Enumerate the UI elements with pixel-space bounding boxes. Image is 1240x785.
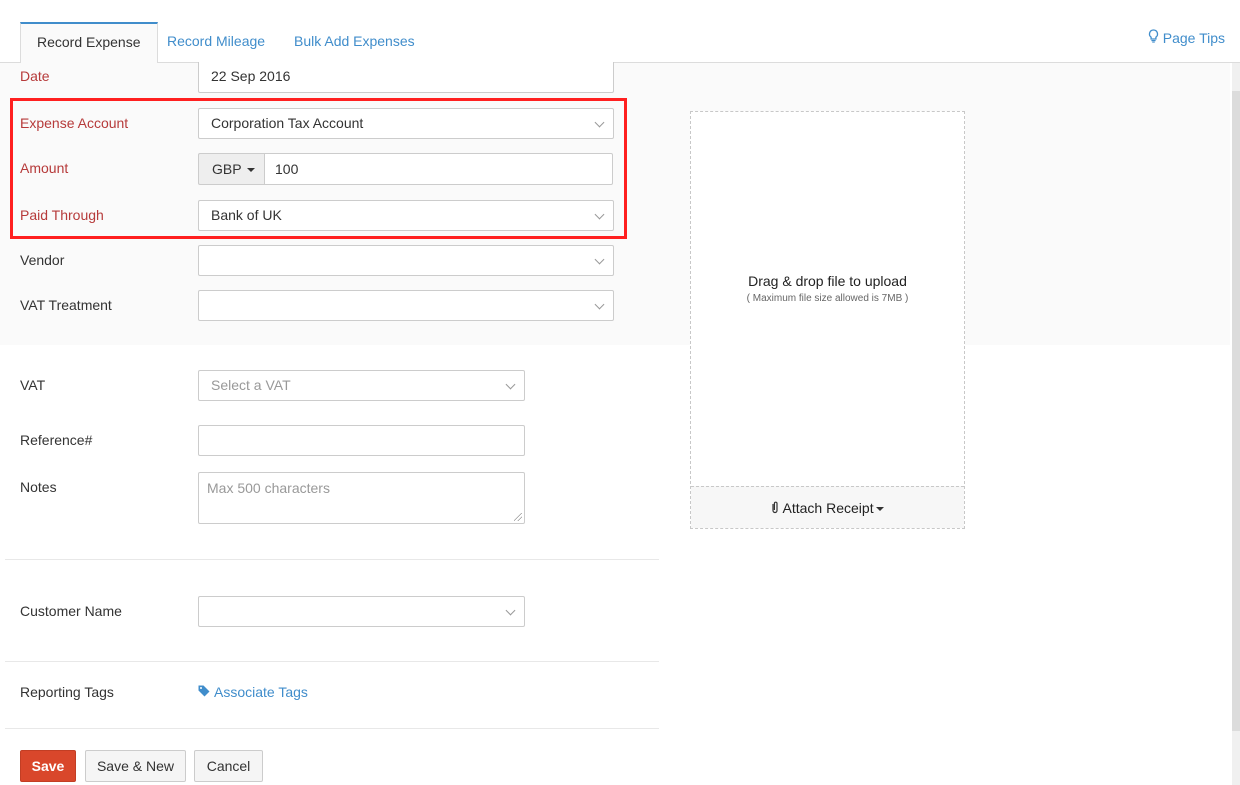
notes-placeholder: Max 500 characters: [207, 480, 330, 496]
paid-through-label: Paid Through: [20, 207, 104, 223]
tab-bulk-add-expenses[interactable]: Bulk Add Expenses: [278, 22, 431, 63]
scrollbar-thumb[interactable]: [1232, 91, 1240, 731]
vendor-label: Vendor: [20, 252, 65, 268]
vendor-select[interactable]: [198, 245, 614, 276]
divider: [5, 559, 659, 560]
chevron-down-icon: [505, 605, 516, 616]
scrollbar[interactable]: [1232, 63, 1240, 785]
paid-through-value: Bank of UK: [211, 207, 282, 223]
date-label: Date: [20, 68, 50, 84]
caret-down-icon: [246, 168, 255, 173]
expense-account-select[interactable]: Corporation Tax Account: [198, 108, 614, 139]
amount-input[interactable]: 100: [264, 153, 613, 185]
page-tips-label: Page Tips: [1162, 29, 1225, 46]
resize-handle-icon[interactable]: [514, 513, 522, 521]
attach-receipt-label: Attach Receipt: [782, 500, 874, 516]
tab-bar: Record Expense Record Mileage Bulk Add E…: [0, 0, 1240, 64]
chevron-down-icon: [594, 254, 605, 265]
associate-tags-link[interactable]: Associate Tags: [198, 684, 308, 700]
lightbulb-icon: [1148, 29, 1159, 46]
expense-account-value: Corporation Tax Account: [211, 115, 364, 131]
currency-value: GBP: [212, 161, 242, 177]
currency-dropdown[interactable]: GBP: [198, 153, 265, 185]
date-input[interactable]: 22 Sep 2016: [198, 62, 614, 93]
customer-name-select[interactable]: [198, 596, 525, 627]
tab-record-mileage[interactable]: Record Mileage: [151, 22, 281, 63]
vat-placeholder: Select a VAT: [211, 377, 291, 393]
cancel-button[interactable]: Cancel: [194, 750, 263, 782]
primary-fields-section: [0, 63, 1230, 345]
chevron-down-icon: [594, 117, 605, 128]
tab-record-expense[interactable]: Record Expense: [20, 22, 158, 64]
vat-label: VAT: [20, 377, 46, 393]
drop-zone-subtitle: ( Maximum file size allowed is 7MB ): [746, 293, 909, 304]
divider: [5, 728, 659, 729]
amount-label: Amount: [20, 160, 69, 176]
chevron-down-icon: [594, 209, 605, 220]
caret-down-icon: [875, 507, 884, 512]
save-button[interactable]: Save: [20, 750, 76, 782]
vat-treatment-label: VAT Treatment: [20, 297, 112, 313]
chevron-down-icon: [594, 299, 605, 310]
notes-textarea[interactable]: Max 500 characters: [198, 472, 525, 524]
vat-select[interactable]: Select a VAT: [198, 370, 525, 401]
page-tips-link[interactable]: Page Tips: [1148, 29, 1225, 46]
tag-icon: [198, 684, 210, 700]
receipt-drop-zone[interactable]: Drag & drop file to upload ( Maximum fil…: [690, 111, 965, 529]
paperclip-icon: [771, 500, 782, 516]
notes-label: Notes: [20, 479, 57, 495]
divider: [5, 661, 659, 662]
attach-receipt-button[interactable]: Attach Receipt: [691, 486, 964, 528]
paid-through-select[interactable]: Bank of UK: [198, 200, 614, 231]
reporting-tags-label: Reporting Tags: [20, 684, 114, 700]
vat-treatment-select[interactable]: [198, 290, 614, 321]
reference-label: Reference#: [20, 432, 93, 448]
drop-zone-title: Drag & drop file to upload: [748, 273, 907, 289]
save-and-new-button[interactable]: Save & New: [85, 750, 186, 782]
expense-account-label: Expense Account: [20, 115, 129, 131]
customer-name-label: Customer Name: [20, 603, 122, 619]
reference-input[interactable]: [198, 425, 525, 456]
chevron-down-icon: [505, 379, 516, 390]
associate-tags-label: Associate Tags: [214, 684, 308, 700]
